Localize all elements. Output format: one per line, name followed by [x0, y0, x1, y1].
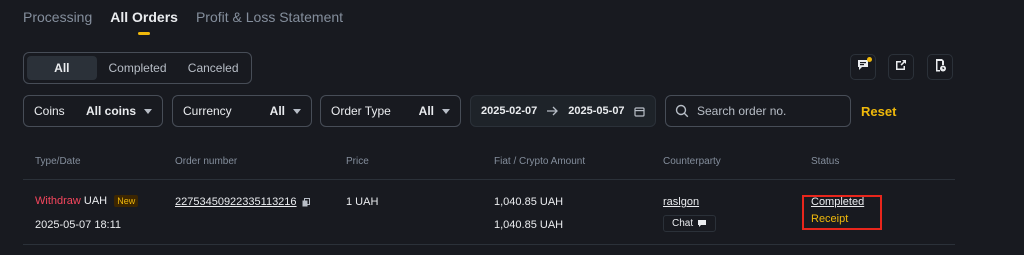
currency-filter-label: Currency — [183, 104, 232, 118]
copy-icon[interactable] — [302, 197, 310, 207]
header-counterparty: Counterparty — [663, 156, 721, 167]
arrow-right-icon — [546, 106, 559, 116]
segment-all[interactable]: All — [27, 56, 97, 80]
fiat-amount: 1,040.85 UAH — [494, 196, 564, 208]
order-date: 2025-05-07 18:11 — [35, 219, 122, 231]
order-search — [665, 95, 851, 127]
order-number-cell: 22753450922335113216 — [175, 196, 310, 208]
calendar-icon — [634, 106, 645, 117]
chat-icon — [697, 219, 707, 228]
order-price: 1 UAH — [346, 196, 379, 208]
coins-filter-value: All coins — [85, 104, 136, 118]
history-icon — [933, 58, 947, 77]
date-end: 2025-05-07 — [568, 105, 625, 117]
currency-filter[interactable]: Currency All — [172, 95, 312, 127]
tab-all-orders[interactable]: All Orders — [110, 9, 178, 35]
header-price: Price — [346, 156, 369, 167]
coins-filter[interactable]: Coins All coins — [23, 95, 163, 127]
order-tabs: Processing All Orders Profit & Loss Stat… — [23, 9, 343, 35]
segment-canceled[interactable]: Canceled — [178, 56, 248, 80]
counterparty-link[interactable]: raslgon — [663, 196, 699, 208]
status-highlight-box — [802, 195, 882, 230]
coins-filter-label: Coins — [34, 104, 65, 118]
notification-dot — [867, 57, 872, 62]
segment-completed[interactable]: Completed — [97, 56, 179, 80]
header-amount: Fiat / Crypto Amount — [494, 156, 586, 167]
row-divider — [23, 244, 955, 245]
date-start: 2025-02-07 — [481, 105, 538, 117]
chevron-down-icon — [442, 108, 450, 114]
header-status: Status — [811, 156, 840, 167]
header-order-number: Order number — [175, 156, 238, 167]
chevron-down-icon — [144, 108, 152, 114]
export-button[interactable] — [888, 54, 914, 80]
status-segment-control: All Completed Canceled — [23, 52, 252, 84]
search-icon — [675, 104, 689, 118]
order-number-link[interactable]: 22753450922335113216 — [175, 196, 297, 208]
search-input[interactable] — [697, 104, 837, 118]
header-type-date: Type/Date — [35, 156, 81, 167]
crypto-amount: 1,040.85 UAH — [494, 219, 564, 231]
reset-button[interactable]: Reset — [861, 104, 896, 119]
new-badge: New — [114, 195, 139, 207]
currency-filter-value: All — [269, 104, 285, 118]
order-type-filter[interactable]: Order Type All — [320, 95, 461, 127]
export-icon — [894, 58, 908, 77]
chat-notification-button[interactable] — [850, 54, 876, 80]
chat-button[interactable]: Chat — [663, 215, 717, 232]
history-button[interactable] — [927, 54, 953, 80]
order-currency: UAH — [83, 195, 108, 207]
chat-label: Chat — [672, 218, 694, 229]
chevron-down-icon — [293, 108, 301, 114]
table-divider — [23, 179, 955, 180]
order-type: Withdraw UAH New — [35, 195, 139, 207]
order-type-filter-label: Order Type — [331, 104, 391, 118]
date-range-picker[interactable]: 2025-02-07 2025-05-07 — [470, 95, 656, 127]
order-type-filter-value: All — [418, 104, 434, 118]
tab-profit-loss[interactable]: Profit & Loss Statement — [196, 9, 343, 35]
tab-processing[interactable]: Processing — [23, 9, 92, 35]
order-direction: Withdraw — [35, 195, 81, 207]
